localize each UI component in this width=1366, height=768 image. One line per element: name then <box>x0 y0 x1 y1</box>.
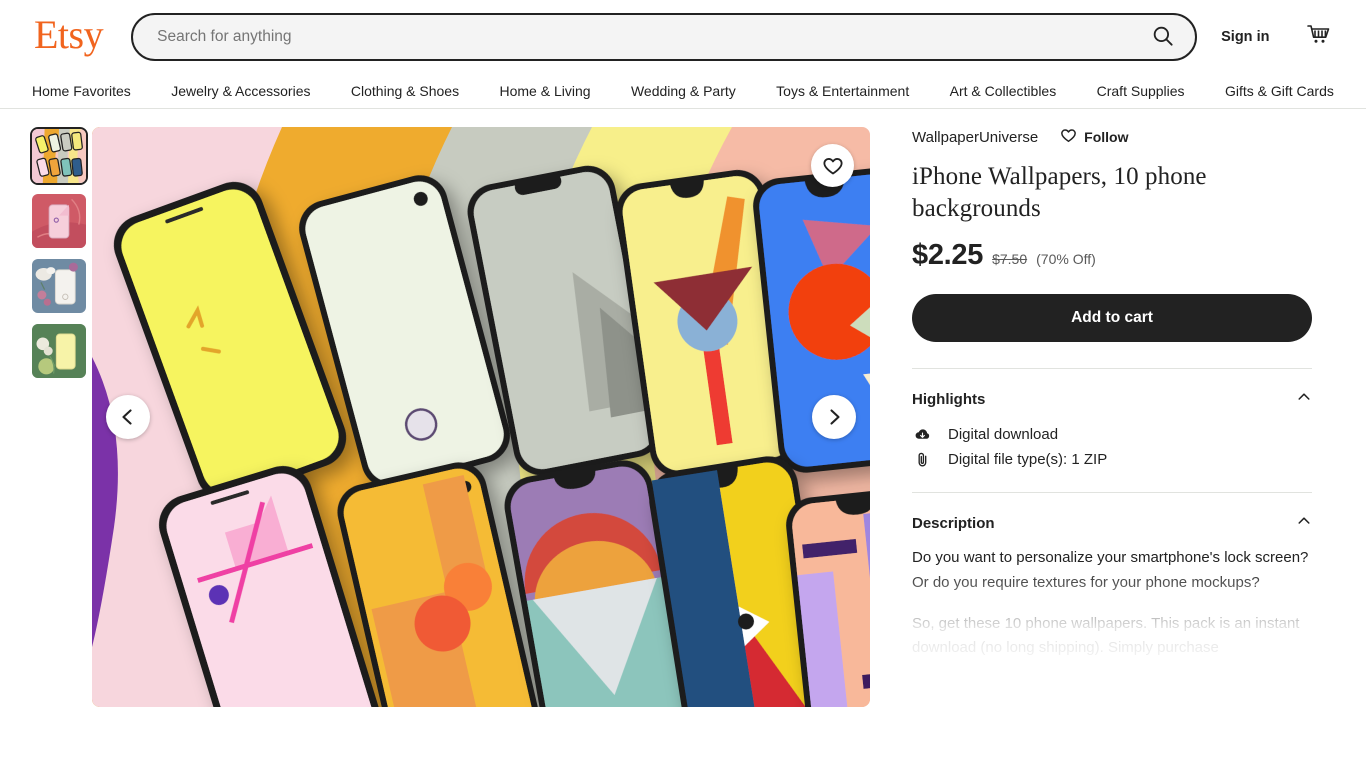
price-row: $2.25 $7.50 (70% Off) <box>912 239 1312 272</box>
nav-item-7[interactable]: Craft Supplies <box>1095 79 1187 103</box>
discount-badge: (70% Off) <box>1036 251 1096 267</box>
page-title: iPhone Wallpapers, 10 phone backgrounds <box>912 163 1207 222</box>
highlight-item-digital-download: Digital download <box>912 422 1312 447</box>
description-body: Do you want to personalize your smartpho… <box>912 546 1312 677</box>
paperclip-icon <box>912 451 932 468</box>
thumbnail-green-flatlay-phone[interactable] <box>30 322 88 380</box>
follow-label: Follow <box>1084 129 1129 145</box>
description-paragraph-1: So, get these 10 phone wallpapers. This … <box>912 614 1300 657</box>
shop-name-link[interactable]: WallpaperUniverse <box>912 129 1038 146</box>
nav-item-8[interactable]: Gifts & Gift Cards <box>1223 79 1336 103</box>
search-icon <box>1150 23 1176 52</box>
highlight-item-file-type: Digital file type(s): 1 ZIP <box>912 447 1312 472</box>
thumbnail-strip <box>0 127 92 767</box>
site-header: Etsy Sign in <box>0 0 1366 74</box>
chevron-up-icon-description[interactable] <box>1296 513 1312 534</box>
listing-main: WallpaperUniverse Follow iPhone Wallpape… <box>0 109 1366 767</box>
description-paragraph-0: Do you want to personalize your smartpho… <box>912 549 1309 591</box>
description-accordion-header[interactable]: Description <box>912 493 1312 546</box>
cart-button[interactable] <box>1305 21 1333 54</box>
page: Etsy Sign in <box>0 0 1366 768</box>
category-nav: Home Favorites Jewelry & Accessories Clo… <box>0 74 1366 109</box>
listing-details-panel: WallpaperUniverse Follow iPhone Wallpape… <box>912 127 1332 767</box>
nav-item-6[interactable]: Art & Collectibles <box>948 79 1059 103</box>
heart-outline-icon <box>1060 127 1077 147</box>
highlights-list: Digital download Digital file type(s): 1… <box>912 422 1312 472</box>
nav-item-2[interactable]: Clothing & Shoes <box>349 79 461 103</box>
nav-item-1[interactable]: Jewelry & Accessories <box>169 79 312 103</box>
chevron-up-icon-highlights[interactable] <box>1296 389 1312 410</box>
thumbnail-pink-desk-phone[interactable] <box>30 192 88 250</box>
thumbnail-phones-collage[interactable] <box>30 127 88 185</box>
gallery-next-button[interactable] <box>812 395 856 439</box>
highlight-label-0: Digital download <box>948 426 1059 443</box>
listing-hero-image <box>92 127 870 707</box>
shopping-cart-icon <box>1305 21 1333 54</box>
nav-item-3[interactable]: Home & Living <box>498 79 593 103</box>
nav-item-4[interactable]: Wedding & Party <box>629 79 738 103</box>
highlights-title: Highlights <box>912 391 986 408</box>
current-price: $2.25 <box>912 239 984 271</box>
follow-button[interactable]: Follow <box>1060 127 1129 147</box>
thumbnail-blue-flatlay-phone[interactable] <box>30 257 88 315</box>
cloud-download-icon <box>912 426 932 443</box>
sign-in-button[interactable]: Sign in <box>1221 29 1269 45</box>
search-button[interactable] <box>1131 15 1195 59</box>
nav-item-5[interactable]: Toys & Entertainment <box>774 79 911 103</box>
gallery-prev-button[interactable] <box>106 395 150 439</box>
main-image-viewer[interactable] <box>92 127 870 707</box>
search-container <box>131 13 1198 61</box>
description-title: Description <box>912 515 995 532</box>
highlights-accordion-header[interactable]: Highlights <box>912 369 1312 422</box>
chevron-right-icon <box>824 407 844 427</box>
chevron-left-icon <box>118 407 138 427</box>
search-input[interactable] <box>157 15 1132 59</box>
heart-icon <box>822 155 844 177</box>
highlight-label-1: Digital file type(s): 1 ZIP <box>948 451 1108 468</box>
add-to-cart-button[interactable]: Add to cart <box>912 294 1312 342</box>
etsy-logo[interactable]: Etsy <box>34 15 104 59</box>
search-box[interactable] <box>131 13 1198 61</box>
shop-row: WallpaperUniverse Follow <box>912 127 1312 147</box>
original-price: $7.50 <box>992 251 1028 267</box>
nav-item-0[interactable]: Home Favorites <box>30 79 133 103</box>
favorite-button[interactable] <box>811 144 854 187</box>
